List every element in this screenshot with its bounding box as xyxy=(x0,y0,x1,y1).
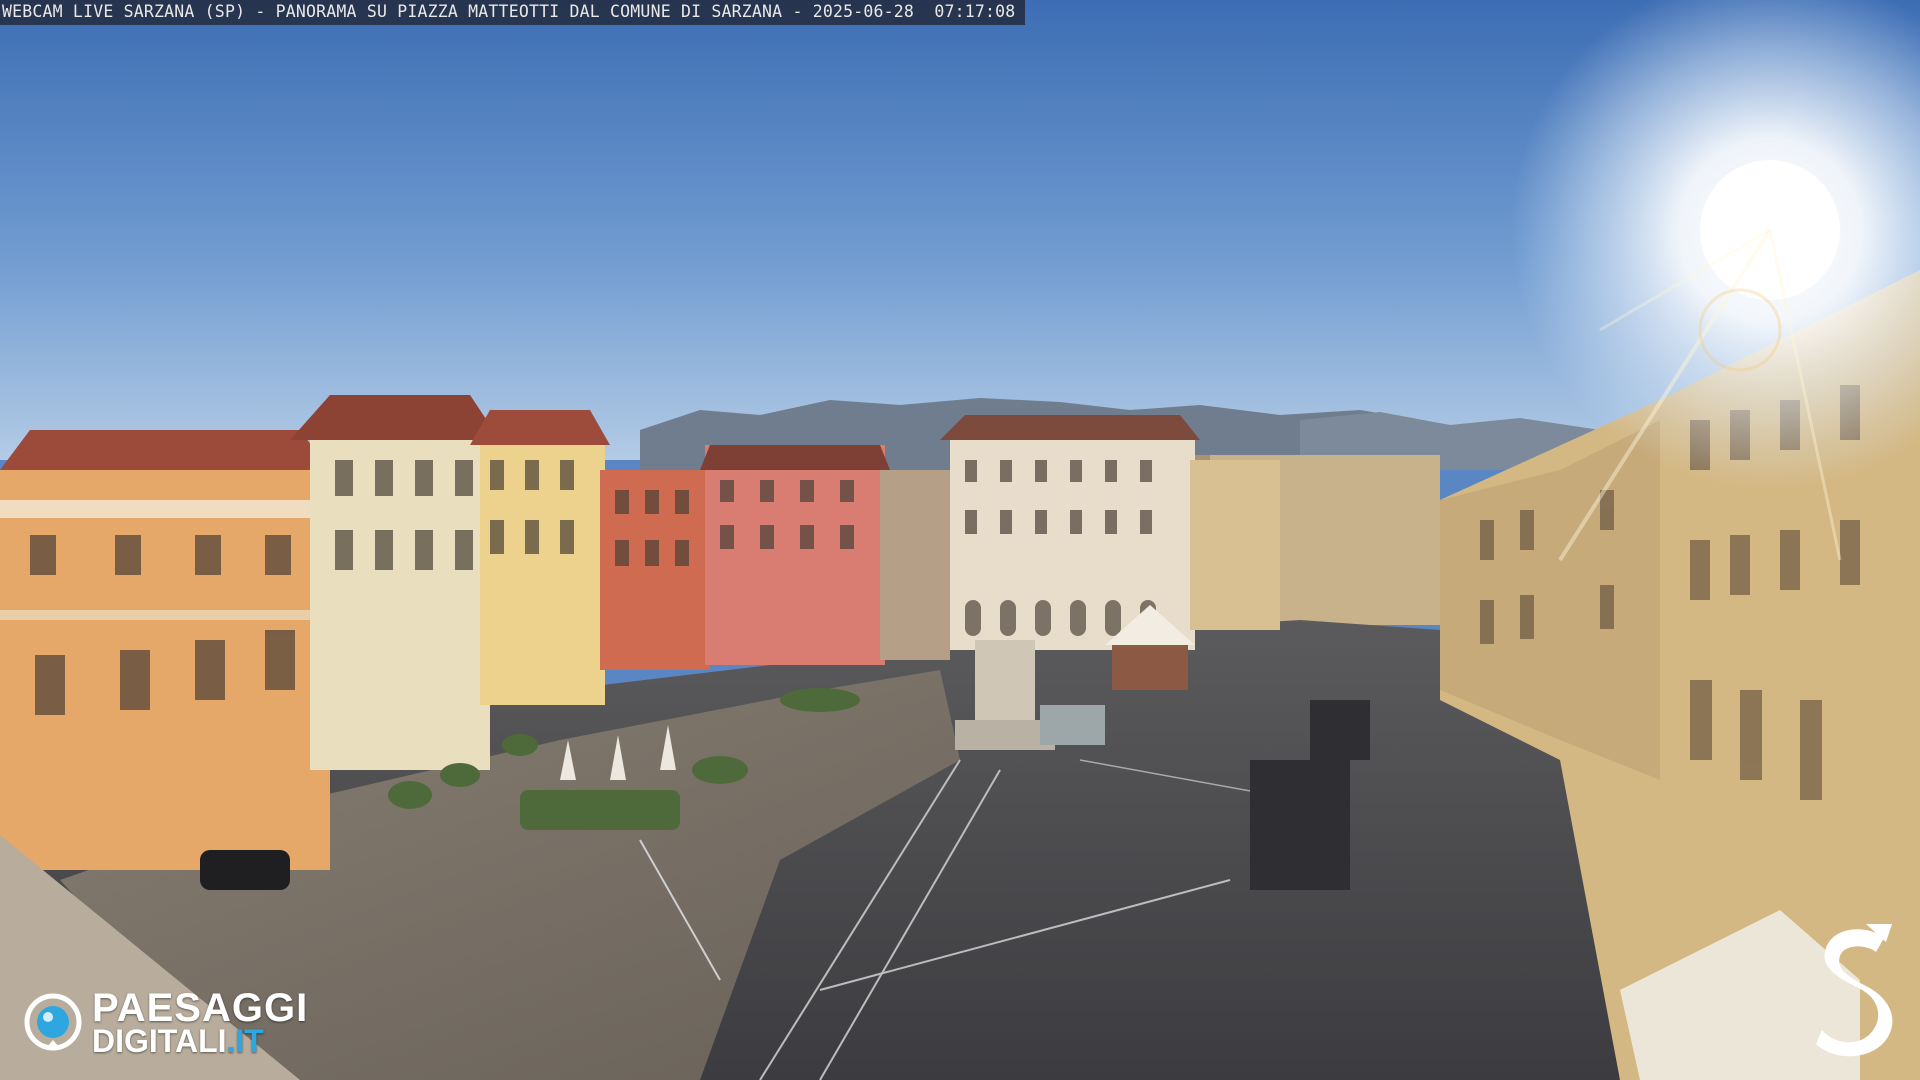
paesaggi-digitali-logo: PAESAGGI DIGITALI.IT xyxy=(24,986,334,1060)
logo-letter: S xyxy=(1814,920,1815,921)
parked-car xyxy=(200,850,290,890)
logo-brand-line2: DIGITALI.IT xyxy=(92,1024,264,1058)
logo-brand-name: DIGITALI xyxy=(92,1023,227,1059)
webcam-caption: WEBCAM LIVE SARZANA (SP) - PANORAMA SU P… xyxy=(0,0,1025,25)
building-grey xyxy=(880,470,950,660)
webcam-scene xyxy=(0,0,1920,1080)
logo-brand-line1: PAESAGGI xyxy=(92,986,309,1030)
building-pink xyxy=(705,445,885,665)
sarzana-s-logo: S xyxy=(1814,920,1893,1057)
logo-brand-tld: .IT xyxy=(226,1023,264,1059)
camera-lens-icon xyxy=(24,993,82,1051)
